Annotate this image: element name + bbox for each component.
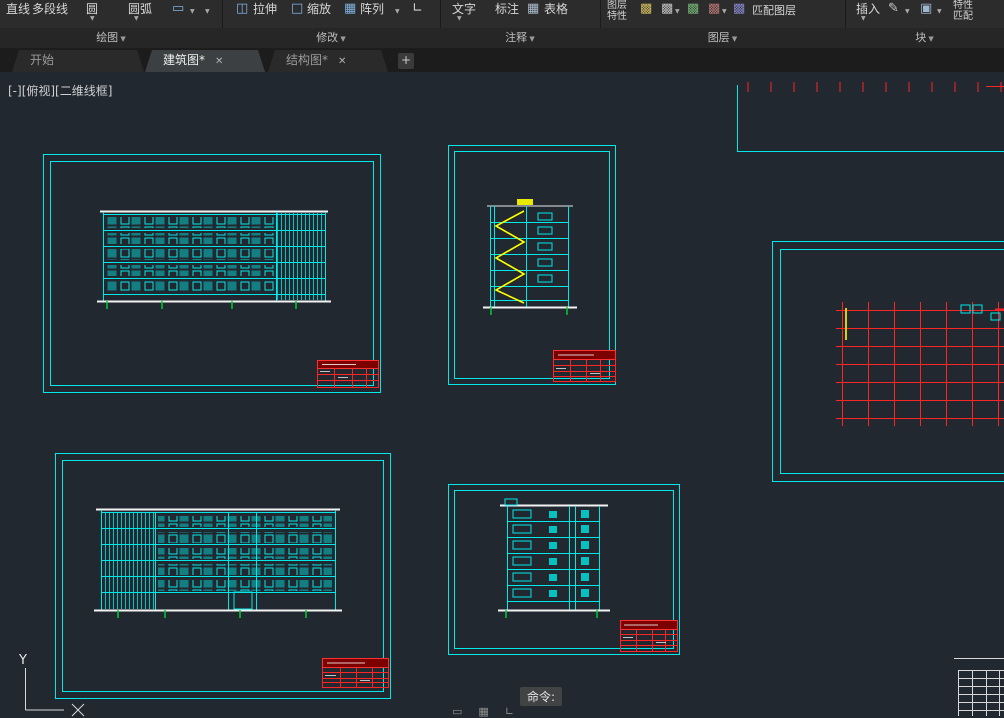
tab-label: 开始	[30, 53, 54, 67]
status-icon-3[interactable]: ∟	[505, 705, 514, 718]
stretch-icon[interactable]: ◫	[236, 2, 248, 15]
layer-on-icon[interactable]: ▩	[640, 2, 652, 15]
match-properties-button[interactable]: 特性匹配	[950, 0, 976, 22]
panel-label-block[interactable]: 块	[845, 28, 1004, 48]
drawing-area[interactable]: [-][俯视][二维线框]	[0, 72, 1004, 717]
insert-dropdown-icon[interactable]	[861, 15, 869, 23]
draw-more-dropdown-icon[interactable]	[205, 8, 213, 16]
scale-icon[interactable]: □	[291, 2, 303, 15]
file-tab-start[interactable]: 开始	[12, 50, 144, 72]
ribbon: 直线 多段线 圆 圆弧 ▭ ◫ 拉伸 □ 缩放 ▦ 阵列 ∟ 文字 标注 ▦ 表	[0, 0, 1004, 49]
layer-properties-button[interactable]: 图层特性	[604, 0, 630, 22]
ucs-icon: Y	[18, 653, 64, 710]
arc-dropdown-icon[interactable]	[134, 15, 142, 23]
close-tab-icon[interactable]: ✕	[215, 56, 223, 67]
panel-label-draw[interactable]: 绘图	[0, 28, 222, 48]
tab-label: 结构图*	[286, 53, 328, 67]
command-line[interactable]: 命令:	[520, 687, 562, 706]
array-dropdown-icon[interactable]	[395, 8, 403, 16]
match-layer-button[interactable]: 匹配图层	[752, 2, 796, 18]
panel-label-modify[interactable]: 修改	[222, 28, 440, 48]
autocad-window: 直线 多段线 圆 圆弧 ▭ ◫ 拉伸 □ 缩放 ▦ 阵列 ∟ 文字 标注 ▦ 表	[0, 0, 1004, 717]
dimension-button[interactable]: 标注	[495, 0, 519, 17]
polyline-button[interactable]: 多段线	[32, 0, 68, 17]
attributes-dropdown-icon[interactable]	[937, 8, 945, 16]
edit-block-dropdown-icon[interactable]	[905, 8, 913, 16]
drawing-frame-top-right[interactable]	[738, 85, 1004, 152]
drawing-canvas[interactable]: Y	[0, 72, 1004, 717]
stretch-button[interactable]: 拉伸	[253, 0, 277, 17]
text-dropdown-icon[interactable]	[457, 15, 465, 23]
dimension-ticks-top[interactable]	[748, 82, 1004, 92]
fillet-icon[interactable]: ∟	[412, 2, 423, 15]
title-block-4[interactable]	[621, 621, 678, 652]
layer-freeze-icon[interactable]: ▩	[661, 2, 673, 15]
array-button[interactable]: 阵列	[360, 0, 384, 17]
layer-dropdown-icon[interactable]	[675, 8, 683, 16]
partial-title-table-bottom-right[interactable]	[954, 659, 1004, 717]
file-tab-structure[interactable]: 结构图* ✕	[268, 50, 388, 72]
building-elevation-side[interactable]	[498, 499, 610, 618]
close-tab-icon[interactable]: ✕	[338, 56, 346, 67]
layer-isolate-icon[interactable]: ▩	[733, 2, 745, 15]
rectangle-dropdown-icon[interactable]	[190, 8, 198, 16]
table-icon[interactable]: ▦	[527, 2, 539, 15]
crosshair-cursor	[72, 704, 84, 716]
table-button[interactable]: 表格	[544, 0, 568, 17]
file-tab-bar: 开始 建筑图* ✕ 结构图* ✕ +	[0, 48, 1004, 72]
drawing-frame-right[interactable]	[773, 242, 1004, 482]
rectangle-tool-icon[interactable]: ▭	[172, 2, 184, 15]
drawing-frame-top-middle[interactable]	[449, 146, 616, 385]
status-bar-icons: ▭ ▦ ∟	[452, 705, 514, 718]
title-block-2[interactable]	[554, 351, 616, 382]
array-icon[interactable]: ▦	[344, 2, 356, 15]
structural-grid-plan[interactable]	[836, 302, 1004, 426]
title-block-1[interactable]	[318, 361, 379, 388]
tab-label: 建筑图*	[163, 53, 205, 67]
new-tab-button[interactable]: +	[398, 53, 414, 69]
define-attributes-icon[interactable]: ▣	[920, 2, 932, 15]
panel-label-layers[interactable]: 图层	[600, 28, 845, 48]
building-elevation-front[interactable]	[97, 212, 331, 310]
file-tab-architecture[interactable]: 建筑图* ✕	[145, 50, 265, 72]
layer-off-icon[interactable]: ▩	[708, 2, 720, 15]
ribbon-panel-labels: 绘图 修改 注释 图层 块	[0, 28, 1004, 48]
ribbon-content: 直线 多段线 圆 圆弧 ▭ ◫ 拉伸 □ 缩放 ▦ 阵列 ∟ 文字 标注 ▦ 表	[0, 0, 1004, 28]
scale-button[interactable]: 缩放	[307, 0, 331, 17]
status-icon-2[interactable]: ▦	[478, 705, 488, 718]
building-elevation-rear[interactable]	[94, 510, 342, 619]
panel-label-annotate[interactable]: 注释	[440, 28, 600, 48]
layer-lock-icon[interactable]: ▩	[687, 2, 699, 15]
edit-block-icon[interactable]: ✎	[888, 2, 899, 15]
line-button[interactable]: 直线	[6, 0, 30, 17]
svg-text:Y: Y	[18, 653, 27, 668]
title-block-3[interactable]	[323, 659, 389, 688]
building-section-stairs[interactable]	[483, 199, 577, 315]
layer-dropdown-icon-2[interactable]	[722, 8, 730, 16]
status-icon-1[interactable]: ▭	[452, 705, 462, 718]
circle-dropdown-icon[interactable]	[90, 15, 98, 23]
